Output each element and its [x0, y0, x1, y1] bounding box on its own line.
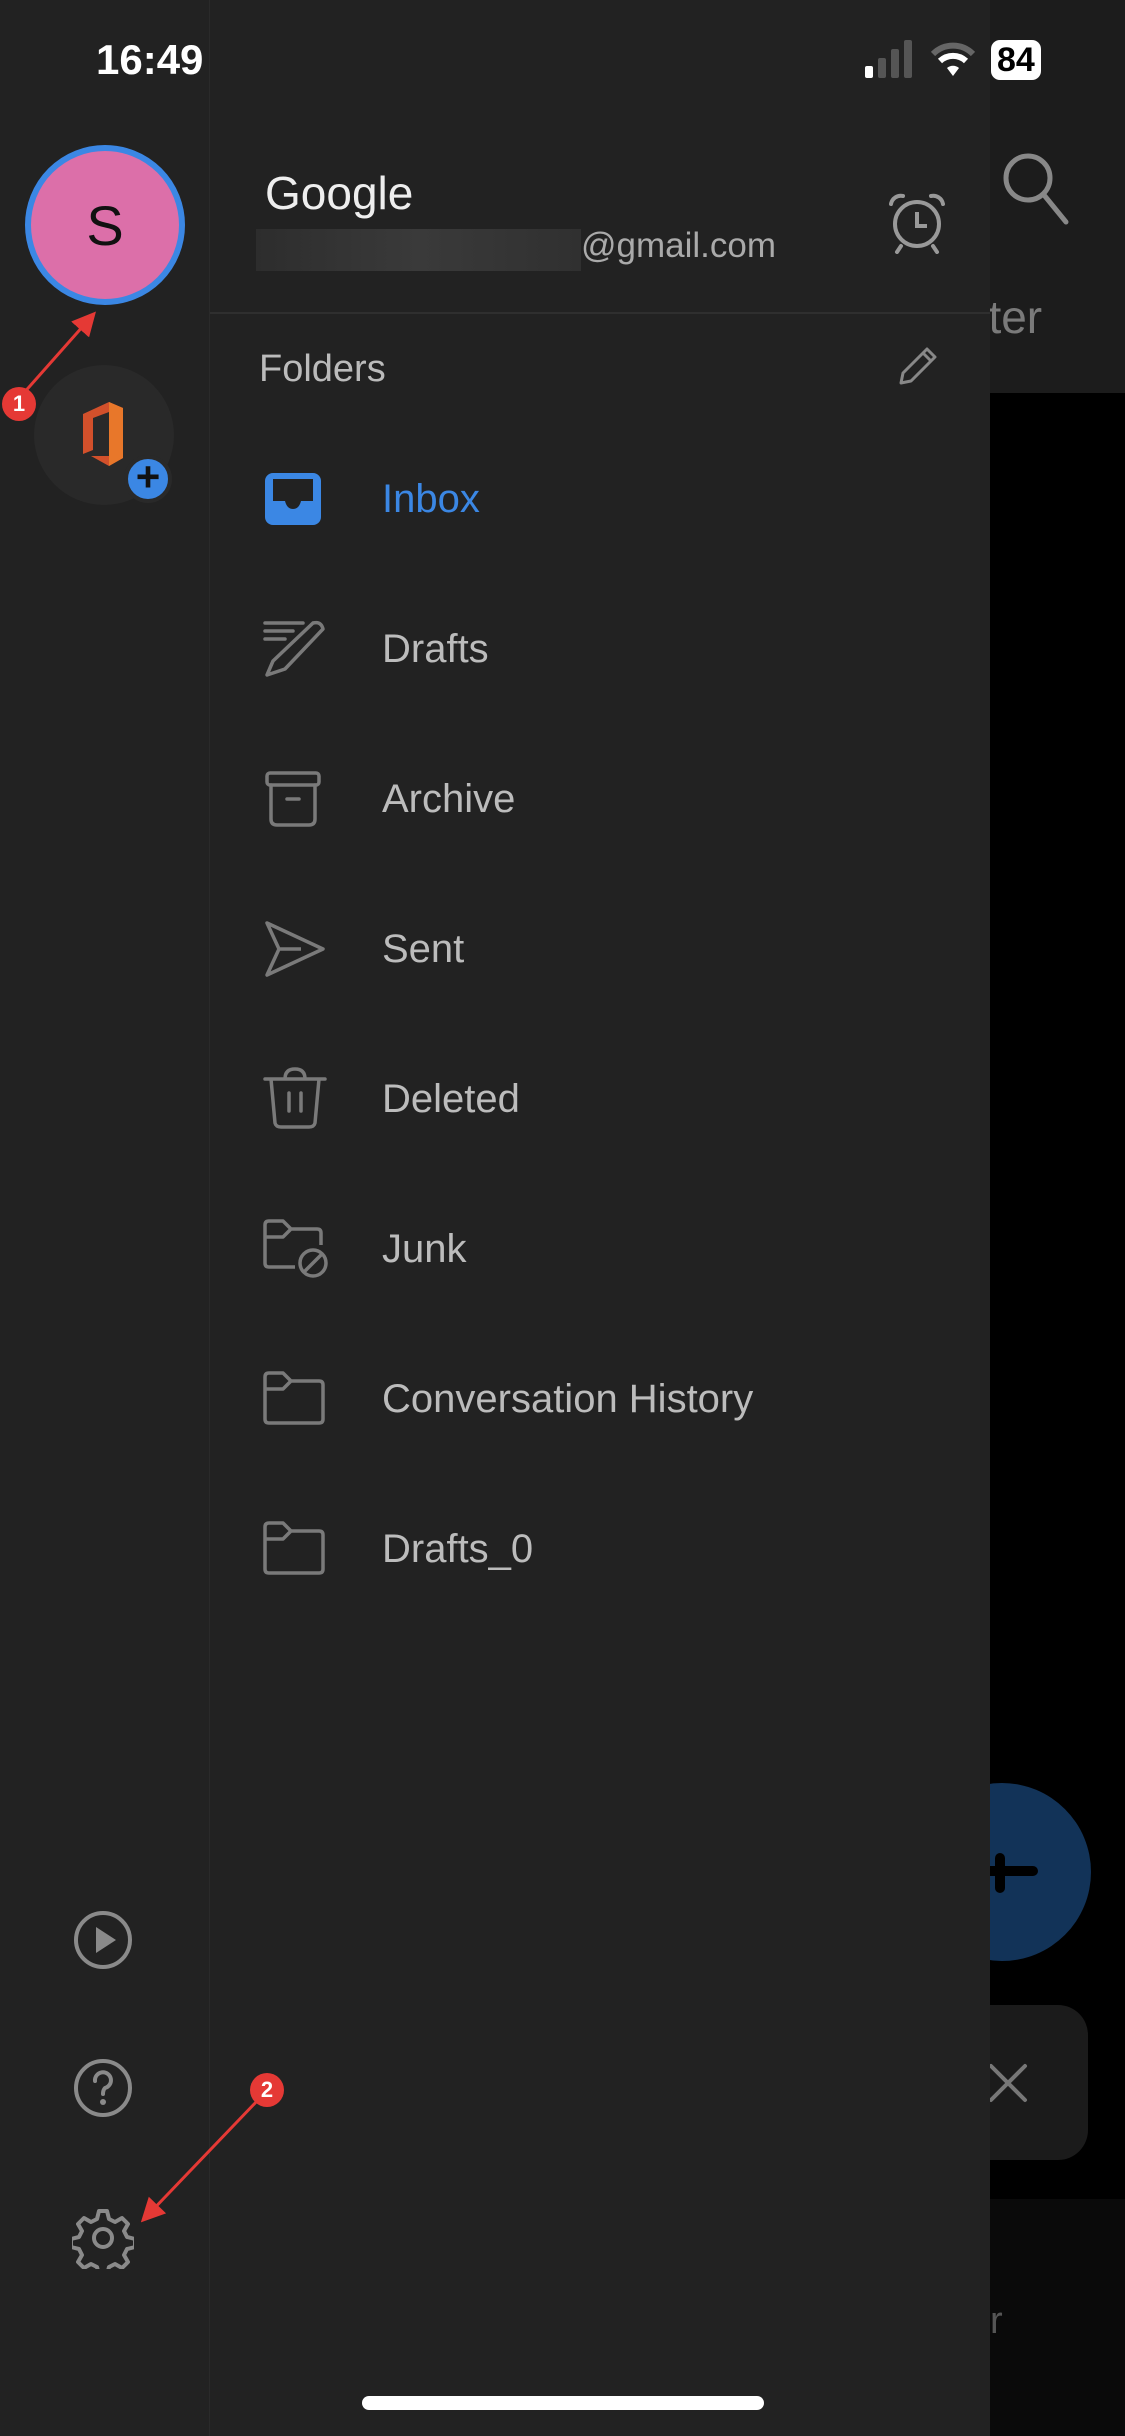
- folder-label: Drafts: [382, 626, 489, 671]
- junk-folder-icon: [263, 1219, 328, 1278]
- folder-label: Deleted: [382, 1076, 520, 1121]
- avatar-initial: S: [86, 193, 124, 257]
- folder-item-archive[interactable]: Archive: [210, 724, 990, 874]
- signal-icon: [865, 40, 912, 78]
- account-name: Google: [265, 167, 414, 219]
- drafts-icon: [263, 620, 325, 677]
- archive-icon: [265, 771, 321, 827]
- office-logo-icon: [83, 402, 123, 466]
- folder-label: Drafts_0: [382, 1526, 534, 1571]
- close-icon[interactable]: [988, 2063, 1028, 2103]
- search-icon[interactable]: [1000, 150, 1070, 230]
- help-icon[interactable]: [72, 2057, 134, 2119]
- inbox-icon: [265, 473, 321, 525]
- edit-pencil-icon[interactable]: [895, 345, 939, 389]
- header-divider: [210, 312, 990, 314]
- settings-gear-icon[interactable]: [72, 2207, 134, 2269]
- status-icons: 84: [865, 40, 1041, 80]
- sent-icon: [265, 921, 325, 977]
- alarm-clock-icon[interactable]: [885, 190, 949, 254]
- folder-item-drafts-0[interactable]: Drafts_0: [210, 1474, 990, 1624]
- folder-label: Inbox: [382, 476, 480, 521]
- plus-icon: [983, 1866, 1038, 1876]
- folders-heading: Folders: [259, 348, 386, 390]
- folder-item-conversation-history[interactable]: Conversation History: [210, 1324, 990, 1474]
- home-indicator[interactable]: [362, 2396, 764, 2410]
- annotation-badge-2: 2: [250, 2073, 284, 2107]
- background-tab-bar: [990, 2199, 1125, 2436]
- folder-item-deleted[interactable]: Deleted: [210, 1024, 990, 1174]
- tab-label-fragment: r: [990, 2300, 1003, 2342]
- redacted-email-username: [256, 229, 581, 271]
- battery-level: 84: [991, 40, 1041, 80]
- folder-item-drafts[interactable]: Drafts: [210, 574, 990, 724]
- play-icon[interactable]: [72, 1909, 134, 1971]
- trash-icon: [263, 1067, 327, 1129]
- folder-item-sent[interactable]: Sent: [210, 874, 990, 1024]
- folder-icon: [263, 1521, 325, 1575]
- folder-item-junk[interactable]: Junk: [210, 1174, 990, 1324]
- status-time: 16:49: [96, 36, 204, 83]
- add-account-plus-icon[interactable]: +: [124, 455, 172, 503]
- annotation-badge-1: 1: [2, 387, 36, 421]
- folder-label: Archive: [382, 776, 516, 821]
- folder-item-inbox[interactable]: Inbox: [210, 424, 990, 574]
- folder-label: Junk: [382, 1226, 467, 1271]
- account-avatar-google[interactable]: S: [25, 145, 185, 305]
- folder-label: Sent: [382, 926, 465, 971]
- folder-icon: [263, 1371, 325, 1425]
- folder-label: Conversation History: [382, 1376, 754, 1421]
- wifi-icon: [931, 42, 975, 76]
- account-email: @gmail.com: [581, 226, 777, 265]
